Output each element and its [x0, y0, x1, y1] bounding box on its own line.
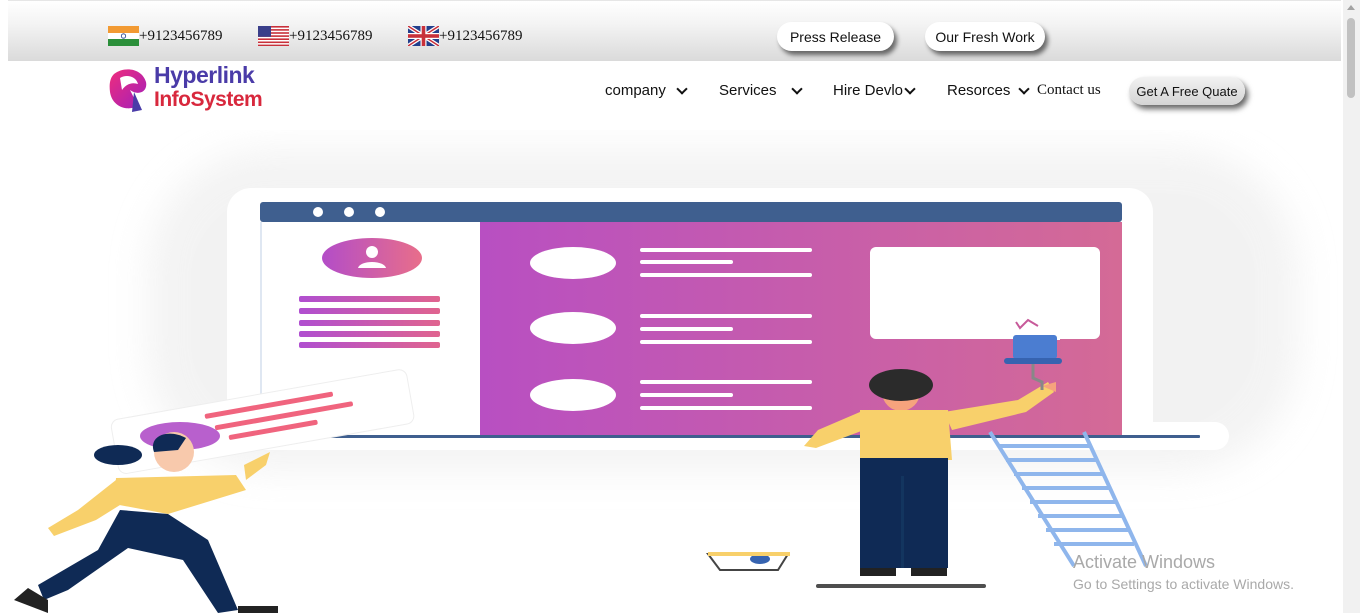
vertical-scrollbar[interactable]	[1343, 0, 1360, 613]
nav-resources[interactable]: Resorces	[947, 82, 1031, 99]
phone-usa[interactable]: +9123456789	[258, 26, 372, 46]
nav-label: Services	[719, 82, 777, 99]
nav-label: company	[605, 82, 666, 99]
nav-label: Resorces	[947, 82, 1011, 99]
brand-logo[interactable]: Hyperlink InfoSystem	[108, 62, 268, 114]
scroll-up-arrow-icon[interactable]	[1347, 5, 1355, 10]
activate-windows-title: Activate Windows	[1073, 552, 1216, 572]
fresh-work-button[interactable]: Our Fresh Work	[925, 22, 1045, 51]
chevron-down-icon	[676, 82, 688, 95]
nav-label: Contact us	[1037, 82, 1101, 98]
nav-label: Hire Devlo	[833, 82, 903, 99]
activate-windows-subtitle: Go to Settings to activate Windows.	[1073, 576, 1294, 592]
chevron-down-icon	[790, 82, 803, 95]
uk-flag-icon	[408, 26, 439, 46]
nav-company[interactable]: company	[605, 82, 688, 99]
phone-number: +9123456789	[289, 27, 373, 44]
nav-contact-us[interactable]: Contact us	[1037, 82, 1101, 99]
chevron-down-icon	[1018, 82, 1031, 95]
phone-india[interactable]: +9123456789	[108, 26, 222, 46]
phone-number: +9123456789	[139, 27, 223, 44]
top-contact-bar: +9123456789 +9123456789 +9123456789 Pres…	[8, 0, 1341, 61]
chevron-down-icon	[904, 82, 916, 95]
phone-number: +9123456789	[439, 27, 523, 44]
scroll-thumb[interactable]	[1347, 18, 1355, 98]
press-release-button[interactable]: Press Release	[777, 22, 894, 51]
india-flag-icon	[108, 26, 139, 46]
free-quote-button[interactable]: Get A Free Quate	[1129, 77, 1245, 105]
hero-illustration	[14, 150, 1298, 613]
usa-flag-icon	[258, 26, 289, 46]
nav-services[interactable]: Services	[719, 82, 803, 99]
logo-text-hyperlink: Hyperlink	[154, 62, 255, 88]
phone-uk[interactable]: +9123456789	[408, 26, 522, 46]
logo-text-infosystem: InfoSystem	[154, 88, 263, 111]
logo-mark-icon	[109, 69, 147, 112]
page: +9123456789 +9123456789 +9123456789 Pres…	[8, 0, 1341, 613]
nav-hire-developer[interactable]: Hire Devlo	[833, 82, 916, 99]
